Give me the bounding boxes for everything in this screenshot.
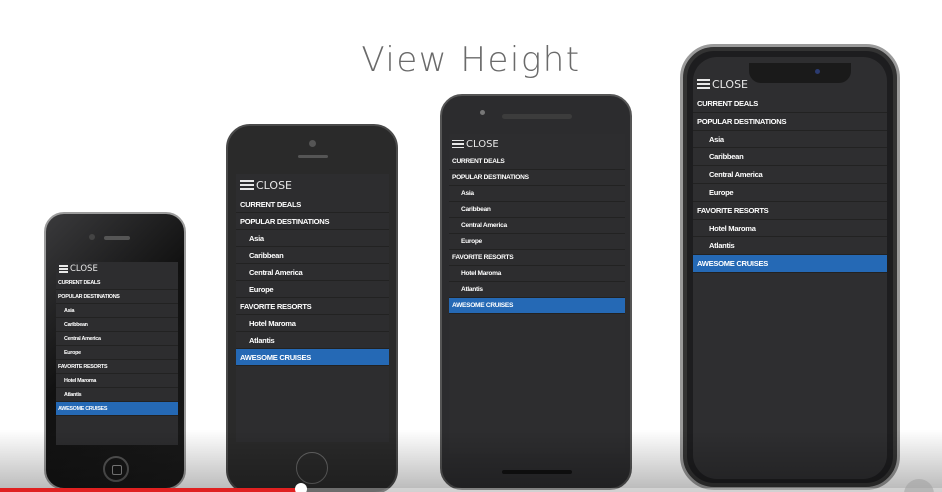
- nav-menu: CLOSE CURRENT DEALS POPULAR DESTINATIONS As…: [56, 262, 178, 416]
- phone-screen: CLOSE CURRENT DEALS POPULAR DESTINATIONS As…: [236, 174, 389, 442]
- nav-menu: CLOSE CURRENT DEALS POPULAR DESTINATIONS As…: [236, 174, 389, 366]
- menu-item[interactable]: Atlantis: [449, 282, 625, 298]
- menu-item[interactable]: CURRENT DEALS: [236, 196, 389, 213]
- menu-item[interactable]: Atlantis: [236, 332, 389, 349]
- video-controls-shade: [0, 430, 942, 492]
- menu-item[interactable]: Hotel Maroma: [236, 315, 389, 332]
- close-menu-button[interactable]: CLOSE: [56, 262, 178, 276]
- menu-item[interactable]: AWESOME CRUISES: [449, 298, 625, 314]
- menu-item[interactable]: Europe: [693, 184, 887, 202]
- menu-item[interactable]: FAVORITE RESORTS: [449, 250, 625, 266]
- menu-item[interactable]: AWESOME CRUISES: [236, 349, 389, 366]
- menu-item[interactable]: Caribbean: [449, 202, 625, 218]
- speaker-grille: [104, 236, 130, 240]
- menu-item[interactable]: POPULAR DESTINATIONS: [693, 113, 887, 131]
- menu-item[interactable]: Atlantis: [693, 237, 887, 256]
- hamburger-icon: [240, 177, 254, 192]
- close-label: CLOSE: [70, 264, 98, 274]
- close-menu-button[interactable]: CLOSE: [693, 73, 887, 95]
- close-menu-button[interactable]: CLOSE: [236, 174, 389, 196]
- menu-item[interactable]: CURRENT DEALS: [693, 95, 887, 113]
- menu-item[interactable]: Caribbean: [236, 247, 389, 264]
- menu-item[interactable]: FAVORITE RESORTS: [56, 360, 178, 374]
- hamburger-icon: [452, 138, 464, 151]
- close-label: CLOSE: [256, 178, 293, 192]
- menu-item[interactable]: Europe: [56, 346, 178, 360]
- camera-icon: [309, 140, 316, 147]
- phone-screen: CLOSE CURRENT DEALS POPULAR DESTINATIONS As…: [449, 134, 625, 454]
- menu-item[interactable]: Atlantis: [56, 388, 178, 402]
- close-label: CLOSE: [712, 77, 749, 91]
- menu-item[interactable]: CURRENT DEALS: [56, 276, 178, 290]
- phone-screen: CLOSE CURRENT DEALS POPULAR DESTINATIONS As…: [56, 262, 178, 445]
- menu-item[interactable]: Caribbean: [56, 318, 178, 332]
- menu-item[interactable]: Central America: [236, 264, 389, 281]
- menu-item[interactable]: Caribbean: [693, 148, 887, 167]
- menu-item[interactable]: POPULAR DESTINATIONS: [56, 290, 178, 304]
- menu-item[interactable]: Central America: [449, 218, 625, 234]
- menu-item[interactable]: Hotel Maroma: [449, 266, 625, 282]
- phone-screen: CLOSE CURRENT DEALS POPULAR DESTINATIONS As…: [693, 57, 887, 479]
- phone-large: CLOSE CURRENT DEALS POPULAR DESTINATIONS As…: [680, 44, 900, 490]
- video-progress-fill: [0, 488, 302, 492]
- menu-item[interactable]: Asia: [449, 186, 625, 202]
- speaker-grille: [502, 114, 572, 119]
- menu-item[interactable]: Central America: [56, 332, 178, 346]
- camera-icon: [480, 110, 485, 115]
- menu-item[interactable]: Hotel Maroma: [693, 220, 887, 238]
- menu-item[interactable]: Europe: [236, 281, 389, 298]
- close-label: CLOSE: [466, 138, 499, 150]
- hamburger-icon: [697, 77, 710, 92]
- menu-item[interactable]: AWESOME CRUISES: [693, 255, 887, 273]
- nav-menu: CLOSE CURRENT DEALS POPULAR DESTINATIONS As…: [449, 134, 625, 314]
- close-menu-button[interactable]: CLOSE: [449, 134, 625, 154]
- video-scrubber-handle[interactable]: [295, 483, 308, 492]
- menu-item[interactable]: Asia: [236, 230, 389, 247]
- menu-item[interactable]: Central America: [693, 166, 887, 184]
- menu-item[interactable]: FAVORITE RESORTS: [693, 202, 887, 220]
- camera-icon: [89, 234, 95, 240]
- hamburger-icon: [59, 264, 68, 274]
- menu-item[interactable]: Asia: [56, 304, 178, 318]
- menu-item[interactable]: Asia: [693, 131, 887, 149]
- menu-item[interactable]: POPULAR DESTINATIONS: [449, 170, 625, 186]
- menu-item[interactable]: AWESOME CRUISES: [56, 402, 178, 416]
- menu-item[interactable]: FAVORITE RESORTS: [236, 298, 389, 315]
- nav-menu: CLOSE CURRENT DEALS POPULAR DESTINATIONS As…: [693, 73, 887, 273]
- menu-item[interactable]: Hotel Maroma: [56, 374, 178, 388]
- menu-item[interactable]: CURRENT DEALS: [449, 154, 625, 170]
- speaker-grille: [298, 155, 328, 158]
- menu-item[interactable]: POPULAR DESTINATIONS: [236, 213, 389, 230]
- menu-item[interactable]: Europe: [449, 234, 625, 250]
